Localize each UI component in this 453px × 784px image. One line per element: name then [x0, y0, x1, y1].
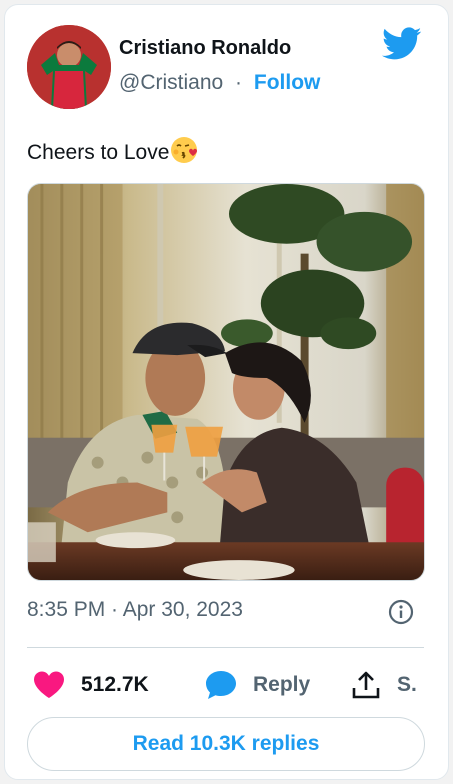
- follow-link[interactable]: Follow: [254, 71, 321, 94]
- action-bar: 512.7K Reply S.: [27, 665, 424, 705]
- share-icon: [352, 671, 380, 699]
- like-count: 512.7K: [81, 673, 149, 696]
- divider: [27, 647, 424, 648]
- author-name[interactable]: Cristiano Ronaldo: [119, 37, 291, 60]
- reply-bubble-icon: [206, 671, 236, 699]
- tweet-photo[interactable]: [27, 183, 425, 581]
- twitter-bird-icon[interactable]: [382, 27, 422, 61]
- heart-icon: [34, 671, 64, 698]
- share-label: S.: [397, 673, 417, 696]
- separator-dot: ·: [235, 71, 243, 94]
- tweet-card: Cristiano Ronaldo @Cristiano · Follow Ch…: [4, 4, 449, 780]
- read-replies-button[interactable]: Read 10.3K replies: [27, 717, 425, 771]
- author-handle[interactable]: @Cristiano: [119, 71, 223, 94]
- share-button[interactable]: S.: [351, 665, 417, 705]
- tweet-text: Cheers to Love: [27, 133, 201, 165]
- tweet-timestamp[interactable]: 8:35 PM · Apr 30, 2023: [27, 598, 243, 622]
- handle-row: @Cristiano · Follow: [119, 71, 320, 95]
- kiss-emoji-icon: [171, 137, 198, 163]
- avatar[interactable]: [27, 25, 111, 109]
- reply-label: Reply: [253, 673, 311, 696]
- info-icon[interactable]: [388, 599, 414, 625]
- like-button[interactable]: 512.7K: [33, 665, 149, 705]
- reply-button[interactable]: Reply: [205, 665, 310, 705]
- tweet-body: Cheers to Love: [27, 141, 170, 164]
